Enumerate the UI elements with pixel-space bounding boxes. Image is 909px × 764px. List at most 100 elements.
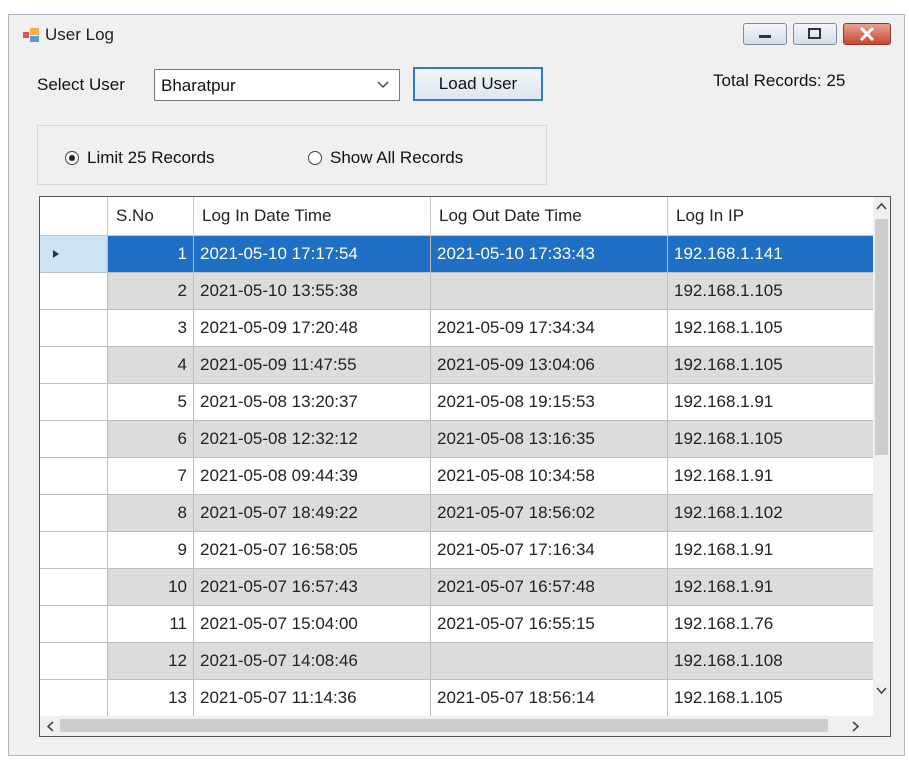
- column-header-logout[interactable]: Log Out Date Time: [431, 197, 668, 236]
- column-header-ip[interactable]: Log In IP: [668, 197, 875, 236]
- table-row[interactable]: 1 2021-05-10 17:17:54 2021-05-10 17:33:43 1…: [40, 236, 875, 273]
- cell-login-ip[interactable]: 192.168.1.91: [668, 532, 875, 569]
- row-header[interactable]: [40, 532, 108, 569]
- cell-logout-time[interactable]: 2021-05-09 17:34:34: [431, 310, 668, 347]
- row-header[interactable]: [40, 384, 108, 421]
- table-row[interactable]: 5 2021-05-08 13:20:37 2021-05-08 19:15:53 1…: [40, 384, 875, 421]
- cell-login-time[interactable]: 2021-05-07 16:58:05: [194, 532, 431, 569]
- cell-logout-time[interactable]: 2021-05-10 17:33:43: [431, 236, 668, 273]
- limit-25-radio[interactable]: Limit 25 Records: [65, 148, 215, 168]
- vertical-scrollbar[interactable]: [873, 197, 890, 719]
- cell-logout-time[interactable]: [431, 273, 668, 310]
- load-user-button[interactable]: Load User: [413, 67, 543, 101]
- cell-login-time[interactable]: 2021-05-07 16:57:43: [194, 569, 431, 606]
- cell-login-time[interactable]: 2021-05-10 17:17:54: [194, 236, 431, 273]
- cell-login-ip[interactable]: 192.168.1.76: [668, 606, 875, 643]
- row-header[interactable]: [40, 273, 108, 310]
- column-header-login[interactable]: Log In Date Time: [194, 197, 431, 236]
- table-row[interactable]: 11 2021-05-07 15:04:00 2021-05-07 16:55:15…: [40, 606, 875, 643]
- close-button[interactable]: [843, 23, 891, 45]
- table-row[interactable]: 13 2021-05-07 11:14:36 2021-05-07 18:56:14…: [40, 680, 875, 716]
- cell-sno[interactable]: 2: [108, 273, 194, 310]
- maximize-button[interactable]: [793, 23, 837, 45]
- cell-logout-time[interactable]: 2021-05-07 16:55:15: [431, 606, 668, 643]
- cell-logout-time[interactable]: [431, 643, 668, 680]
- user-log-grid[interactable]: S.No Log In Date Time Log Out Date Time …: [39, 196, 891, 737]
- cell-login-ip[interactable]: 192.168.1.105: [668, 680, 875, 716]
- table-row[interactable]: 7 2021-05-08 09:44:39 2021-05-08 10:34:58 1…: [40, 458, 875, 495]
- cell-sno[interactable]: 13: [108, 680, 194, 716]
- cell-logout-time[interactable]: 2021-05-07 18:56:14: [431, 680, 668, 716]
- cell-login-ip[interactable]: 192.168.1.91: [668, 569, 875, 606]
- cell-login-ip[interactable]: 192.168.1.105: [668, 273, 875, 310]
- cell-login-time[interactable]: 2021-05-09 17:20:48: [194, 310, 431, 347]
- minimize-button[interactable]: [743, 23, 787, 45]
- cell-logout-time[interactable]: 2021-05-08 10:34:58: [431, 458, 668, 495]
- table-row[interactable]: 8 2021-05-07 18:49:22 2021-05-07 18:56:02 1…: [40, 495, 875, 532]
- cell-sno[interactable]: 12: [108, 643, 194, 680]
- cell-login-ip[interactable]: 192.168.1.91: [668, 384, 875, 421]
- cell-login-ip[interactable]: 192.168.1.91: [668, 458, 875, 495]
- cell-sno[interactable]: 5: [108, 384, 194, 421]
- cell-login-ip[interactable]: 192.168.1.141: [668, 236, 875, 273]
- row-header[interactable]: [40, 643, 108, 680]
- cell-login-ip[interactable]: 192.168.1.105: [668, 310, 875, 347]
- scroll-left-arrow-icon[interactable]: [46, 721, 54, 732]
- cell-login-ip[interactable]: 192.168.1.108: [668, 643, 875, 680]
- show-all-radio[interactable]: Show All Records: [308, 148, 463, 168]
- row-header[interactable]: [40, 236, 108, 273]
- cell-sno[interactable]: 3: [108, 310, 194, 347]
- cell-login-time[interactable]: 2021-05-07 15:04:00: [194, 606, 431, 643]
- row-header[interactable]: [40, 458, 108, 495]
- horizontal-scrollbar[interactable]: [40, 716, 875, 736]
- cell-logout-time[interactable]: 2021-05-07 16:57:48: [431, 569, 668, 606]
- table-row[interactable]: 9 2021-05-07 16:58:05 2021-05-07 17:16:34 1…: [40, 532, 875, 569]
- row-header[interactable]: [40, 569, 108, 606]
- cell-sno[interactable]: 9: [108, 532, 194, 569]
- cell-login-ip[interactable]: 192.168.1.105: [668, 421, 875, 458]
- cell-login-time[interactable]: 2021-05-07 18:49:22: [194, 495, 431, 532]
- cell-logout-time[interactable]: 2021-05-09 13:04:06: [431, 347, 668, 384]
- cell-logout-time[interactable]: 2021-05-08 19:15:53: [431, 384, 668, 421]
- cell-login-time[interactable]: 2021-05-08 09:44:39: [194, 458, 431, 495]
- row-header[interactable]: [40, 495, 108, 532]
- cell-sno[interactable]: 11: [108, 606, 194, 643]
- vertical-scroll-thumb[interactable]: [875, 219, 888, 455]
- cell-login-time[interactable]: 2021-05-10 13:55:38: [194, 273, 431, 310]
- scroll-down-arrow-icon[interactable]: [876, 687, 887, 695]
- scroll-right-arrow-icon[interactable]: [852, 721, 860, 732]
- scroll-up-arrow-icon[interactable]: [876, 202, 887, 210]
- column-header-sno[interactable]: S.No: [108, 197, 194, 236]
- horizontal-scroll-thumb[interactable]: [60, 719, 828, 732]
- cell-sno[interactable]: 10: [108, 569, 194, 606]
- grid-header: S.No Log In Date Time Log Out Date Time …: [40, 197, 875, 236]
- cell-login-time[interactable]: 2021-05-07 11:14:36: [194, 680, 431, 716]
- cell-logout-time[interactable]: 2021-05-07 18:56:02: [431, 495, 668, 532]
- table-row[interactable]: 3 2021-05-09 17:20:48 2021-05-09 17:34:34 1…: [40, 310, 875, 347]
- row-pointer-icon: [53, 250, 59, 258]
- cell-logout-time[interactable]: 2021-05-08 13:16:35: [431, 421, 668, 458]
- cell-sno[interactable]: 8: [108, 495, 194, 532]
- row-header[interactable]: [40, 310, 108, 347]
- cell-login-time[interactable]: 2021-05-08 13:20:37: [194, 384, 431, 421]
- table-row[interactable]: 10 2021-05-07 16:57:43 2021-05-07 16:57:48…: [40, 569, 875, 606]
- cell-login-time[interactable]: 2021-05-07 14:08:46: [194, 643, 431, 680]
- table-row[interactable]: 2 2021-05-10 13:55:38 192.168.1.105: [40, 273, 875, 310]
- table-row[interactable]: 4 2021-05-09 11:47:55 2021-05-09 13:04:06 1…: [40, 347, 875, 384]
- cell-sno[interactable]: 7: [108, 458, 194, 495]
- cell-login-time[interactable]: 2021-05-09 11:47:55: [194, 347, 431, 384]
- cell-sno[interactable]: 6: [108, 421, 194, 458]
- cell-login-ip[interactable]: 192.168.1.105: [668, 347, 875, 384]
- cell-sno[interactable]: 1: [108, 236, 194, 273]
- row-header[interactable]: [40, 680, 108, 716]
- row-header[interactable]: [40, 606, 108, 643]
- row-header[interactable]: [40, 347, 108, 384]
- row-header[interactable]: [40, 421, 108, 458]
- cell-login-time[interactable]: 2021-05-08 12:32:12: [194, 421, 431, 458]
- cell-sno[interactable]: 4: [108, 347, 194, 384]
- table-row[interactable]: 12 2021-05-07 14:08:46 192.168.1.108: [40, 643, 875, 680]
- cell-logout-time[interactable]: 2021-05-07 17:16:34: [431, 532, 668, 569]
- select-user-dropdown[interactable]: Bharatpur: [154, 69, 400, 101]
- table-row[interactable]: 6 2021-05-08 12:32:12 2021-05-08 13:16:35 1…: [40, 421, 875, 458]
- cell-login-ip[interactable]: 192.168.1.102: [668, 495, 875, 532]
